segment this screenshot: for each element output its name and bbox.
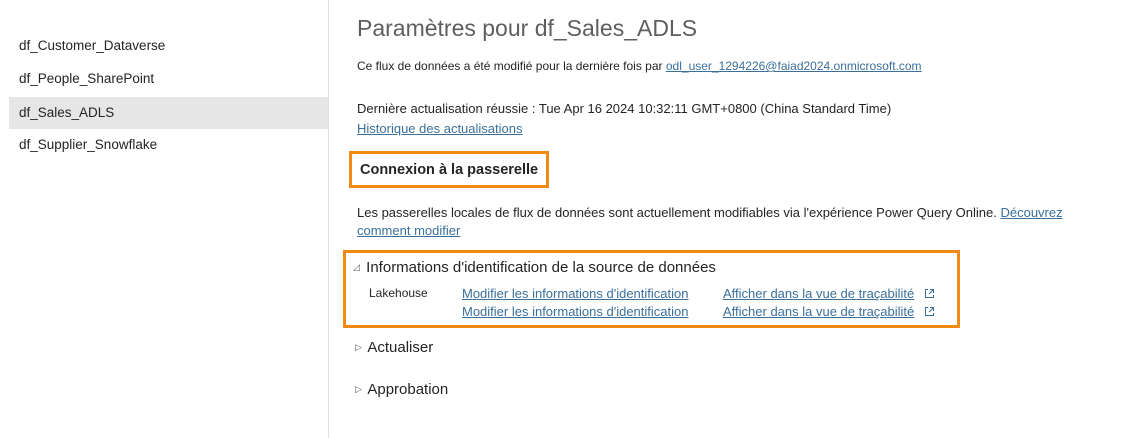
sidebar: df_Customer_Dataverse df_People_SharePoi…	[0, 0, 329, 438]
gateway-description: Les passerelles locales de flux de donné…	[357, 205, 997, 220]
sidebar-item-df-supplier-snowflake[interactable]: df_Supplier_Snowflake	[9, 129, 328, 161]
gateway-description-line: Les passerelles locales de flux de donné…	[357, 205, 1063, 220]
learn-more-link-continued[interactable]: comment modifier	[357, 223, 460, 238]
sidebar-item-df-sales-adls[interactable]: df_Sales_ADLS	[9, 97, 328, 129]
edit-credentials-link[interactable]: Modifier les informations d'identificati…	[462, 304, 688, 319]
approval-section-title: Approbation	[367, 381, 449, 398]
modified-info: Ce flux de données a été modifié pour la…	[357, 59, 922, 73]
credential-row-view: Afficher dans la vue de traçabilité	[723, 286, 935, 301]
expand-triangle-icon: ▷	[355, 384, 362, 394]
refresh-section-header[interactable]: ▷ Actualiser	[355, 339, 433, 356]
external-link-icon[interactable]	[924, 306, 935, 317]
credentials-section-title: Informations d'identification de la sour…	[366, 259, 716, 276]
expand-triangle-icon: ▷	[355, 342, 362, 352]
credentials-section-header[interactable]: ◿ Informations d'identification de la so…	[353, 259, 716, 276]
credential-row: Modifier les informations d'identificati…	[462, 304, 688, 319]
credential-row: Modifier les informations d'identificati…	[462, 286, 688, 301]
external-link-icon[interactable]	[924, 288, 935, 299]
credential-row-view: Afficher dans la vue de traçabilité	[723, 304, 935, 319]
edit-credentials-link[interactable]: Modifier les informations d'identificati…	[462, 286, 688, 301]
refresh-history-link[interactable]: Historique des actualisations	[357, 121, 522, 136]
approval-section-header[interactable]: ▷ Approbation	[355, 381, 448, 398]
page-title: Paramètres pour df_Sales_ADLS	[357, 15, 698, 41]
last-refresh-text: Dernière actualisation réussie : Tue Apr…	[357, 101, 892, 116]
gateway-highlight-box: Connexion à la passerelle	[349, 151, 549, 188]
learn-more-link[interactable]: Découvrez	[1000, 205, 1062, 220]
collapse-triangle-icon: ◿	[353, 262, 360, 272]
sidebar-item-df-customer-dataverse[interactable]: df_Customer_Dataverse	[9, 30, 328, 62]
modified-user-link[interactable]: odl_user_1294226@faiad2024.onmicrosoft.c…	[666, 59, 922, 73]
view-lineage-link[interactable]: Afficher dans la vue de traçabilité	[723, 304, 914, 319]
sidebar-item-df-people-sharepoint[interactable]: df_People_SharePoint	[9, 63, 328, 95]
credential-source-name: Lakehouse	[369, 286, 428, 300]
gateway-heading: Connexion à la passerelle	[360, 162, 539, 178]
view-lineage-link[interactable]: Afficher dans la vue de traçabilité	[723, 286, 914, 301]
modified-text: Ce flux de données a été modifié pour la…	[357, 59, 663, 73]
refresh-section-title: Actualiser	[367, 339, 434, 356]
